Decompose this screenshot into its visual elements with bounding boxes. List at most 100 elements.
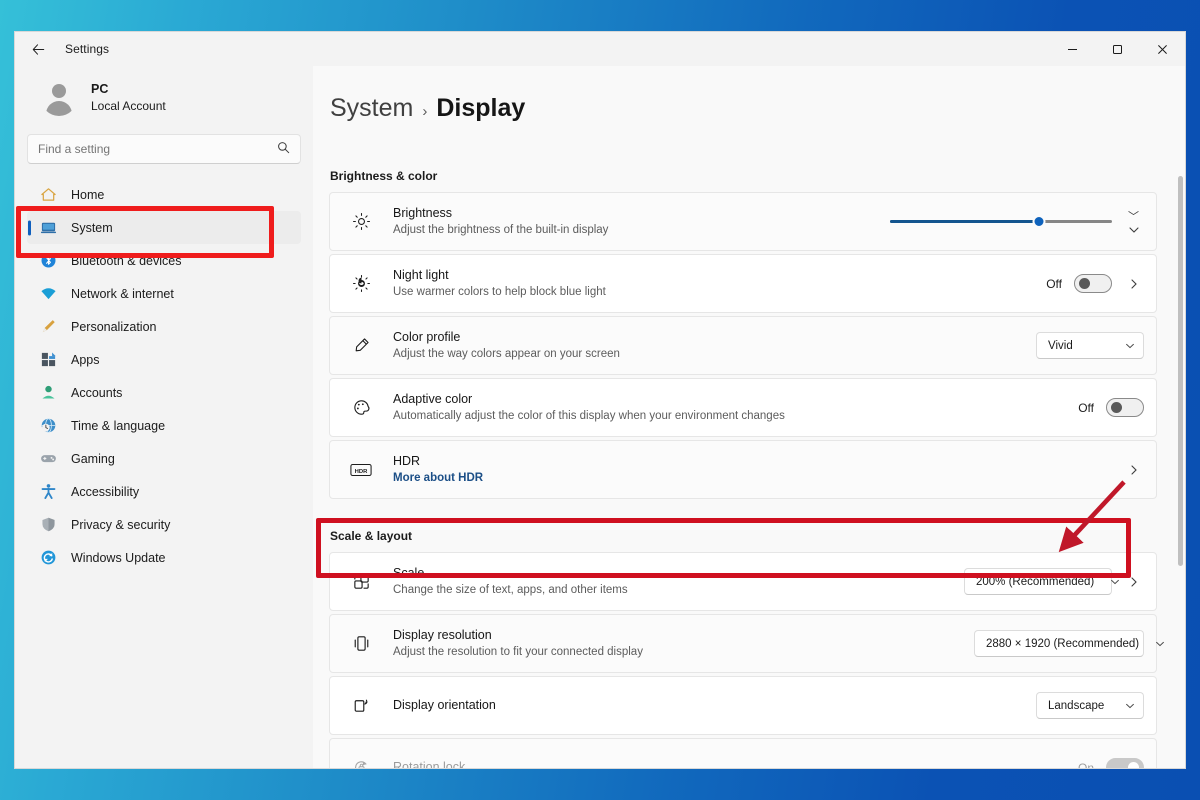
account-block[interactable]: PC Local Account: [27, 66, 301, 132]
row-brightness[interactable]: Brightness Adjust the brightness of the …: [329, 192, 1157, 251]
display-orientation-dropdown[interactable]: Landscape: [1036, 692, 1144, 719]
brightness-slider[interactable]: [890, 214, 1112, 230]
row-subtitle: Use warmer colors to help block blue lig…: [393, 286, 606, 299]
row-title: Display resolution: [393, 628, 492, 643]
sidebar-item-label: Apps: [71, 352, 100, 367]
minimize-icon: [1068, 48, 1077, 50]
sidebar-item-label: Windows Update: [71, 550, 166, 565]
chevron-right-icon[interactable]: [1124, 464, 1144, 476]
close-button[interactable]: [1140, 32, 1185, 66]
sidebar-item-label: Bluetooth & devices: [71, 253, 182, 268]
sidebar-item-system[interactable]: System: [27, 211, 301, 244]
row-title: Night light: [393, 268, 449, 283]
svg-text:HDR: HDR: [355, 468, 368, 474]
sidebar-item-bluetooth-devices[interactable]: Bluetooth & devices: [27, 244, 301, 277]
sidebar-item-label: System: [71, 220, 113, 235]
section-title-scale-layout: Scale & layout: [330, 529, 413, 543]
row-subtitle: Change the size of text, apps, and other…: [393, 584, 628, 597]
sidebar-item-time-language[interactable]: Time & language: [27, 409, 301, 442]
chevron-down-icon: [1110, 577, 1120, 587]
search-input[interactable]: [38, 142, 277, 156]
row-title: Color profile: [393, 330, 461, 345]
gaming-icon: [40, 450, 57, 467]
title-bar: Settings: [15, 32, 1185, 66]
sidebar-item-windows-update[interactable]: Windows Update: [27, 541, 301, 574]
row-display-orientation[interactable]: Display orientation Landscape: [329, 676, 1157, 735]
toggle-state-label: On: [1077, 760, 1094, 769]
back-arrow-icon: [32, 43, 44, 55]
minimize-button[interactable]: [1050, 32, 1095, 66]
rotation-lock-icon: [350, 758, 372, 768]
breadcrumb-parent[interactable]: System: [330, 94, 413, 123]
row-scale[interactable]: Scale Change the size of text, apps, and…: [329, 552, 1157, 611]
adaptive-color-toggle[interactable]: [1106, 398, 1144, 417]
toggle-state-label: Off: [1046, 276, 1062, 291]
content-scrollbar[interactable]: [1178, 176, 1183, 566]
chevron-down-icon[interactable]: ﹀: [1124, 208, 1144, 236]
windows-update-icon: [40, 549, 57, 566]
row-subtitle: Adjust the way colors appear on your scr…: [393, 348, 620, 361]
sidebar-item-personalization[interactable]: Personalization: [27, 310, 301, 343]
sidebar-item-accessibility[interactable]: Accessibility: [27, 475, 301, 508]
adaptive-color-icon: [350, 398, 372, 417]
account-name: PC: [91, 82, 109, 97]
row-display-resolution[interactable]: Display resolution Adjust the resolution…: [329, 614, 1165, 673]
sidebar-item-label: Accounts: [71, 385, 123, 400]
sidebar-item-home[interactable]: Home: [27, 178, 301, 211]
row-adaptive-color[interactable]: Adaptive color Automatically adjust the …: [329, 378, 1157, 437]
maximize-button[interactable]: [1095, 32, 1140, 66]
network-icon: [40, 285, 57, 302]
back-button[interactable]: [21, 34, 55, 64]
scale-dropdown[interactable]: 200% (Recommended): [964, 568, 1120, 595]
sidebar-item-gaming[interactable]: Gaming: [27, 442, 301, 475]
slider-thumb[interactable]: [1032, 215, 1046, 228]
sidebar-item-apps[interactable]: Apps: [27, 343, 301, 376]
accessibility-icon: [40, 483, 57, 500]
row-title: Adaptive color: [393, 392, 473, 407]
bluetooth-icon: [40, 252, 57, 269]
sidebar-item-label: Network & internet: [71, 286, 174, 301]
breadcrumb: System › Display: [330, 66, 1157, 123]
sidebar-item-network-internet[interactable]: Network & internet: [27, 277, 301, 310]
page-title: Display: [436, 94, 526, 122]
search-icon: [277, 141, 290, 157]
dropdown-value: Vivid: [1048, 339, 1073, 352]
personalization-icon: [40, 318, 57, 335]
display-resolution-dropdown[interactable]: 2880 × 1920 (Recommended): [974, 630, 1165, 657]
sidebar: PC Local Account Find a setting Home Sys…: [15, 66, 313, 768]
settings-window: Settings PC Local Account Find a setting…: [14, 31, 1186, 769]
chevron-right-icon[interactable]: [1124, 576, 1144, 588]
toggle-knob: [1111, 402, 1122, 413]
color-profile-dropdown[interactable]: Vivid: [1036, 332, 1144, 359]
row-color-profile[interactable]: Color profile Adjust the way colors appe…: [329, 316, 1157, 375]
sidebar-item-privacy-security[interactable]: Privacy & security: [27, 508, 301, 541]
window-controls: [1050, 32, 1185, 66]
chevron-down-icon: [1125, 341, 1135, 351]
row-title: HDR: [393, 454, 421, 469]
row-title: Display orientation: [393, 698, 496, 713]
dropdown-value: Landscape: [1048, 699, 1105, 712]
toggle-knob: [1128, 762, 1139, 768]
row-night-light[interactable]: Night light Use warmer colors to help bl…: [329, 254, 1157, 313]
sidebar-item-label: Gaming: [71, 451, 115, 466]
accounts-icon: [40, 384, 57, 401]
privacy-security-icon: [40, 516, 57, 533]
toggle-state-label: Off: [1078, 400, 1094, 415]
rotation-lock-toggle: [1106, 758, 1144, 768]
toggle-knob: [1079, 278, 1090, 289]
sidebar-item-label: Time & language: [71, 418, 166, 433]
dropdown-value: 2880 × 1920 (Recommended): [986, 637, 1140, 650]
chevron-right-icon[interactable]: [1124, 278, 1144, 290]
search-box[interactable]: [27, 134, 301, 164]
chevron-down-icon: [1155, 639, 1165, 649]
sidebar-item-label: Home: [71, 187, 105, 202]
account-type: Local Account: [91, 99, 166, 114]
sidebar-item-accounts[interactable]: Accounts: [27, 376, 301, 409]
slider-fill: [890, 220, 1039, 223]
home-icon: [40, 186, 57, 203]
row-rotation-lock: Rotation lock On: [329, 738, 1157, 768]
row-hdr[interactable]: HDR HDR More about HDR: [329, 440, 1157, 499]
more-about-hdr-link[interactable]: More about HDR: [393, 470, 1124, 487]
night-light-toggle[interactable]: [1074, 274, 1112, 293]
apps-icon: [40, 351, 57, 368]
